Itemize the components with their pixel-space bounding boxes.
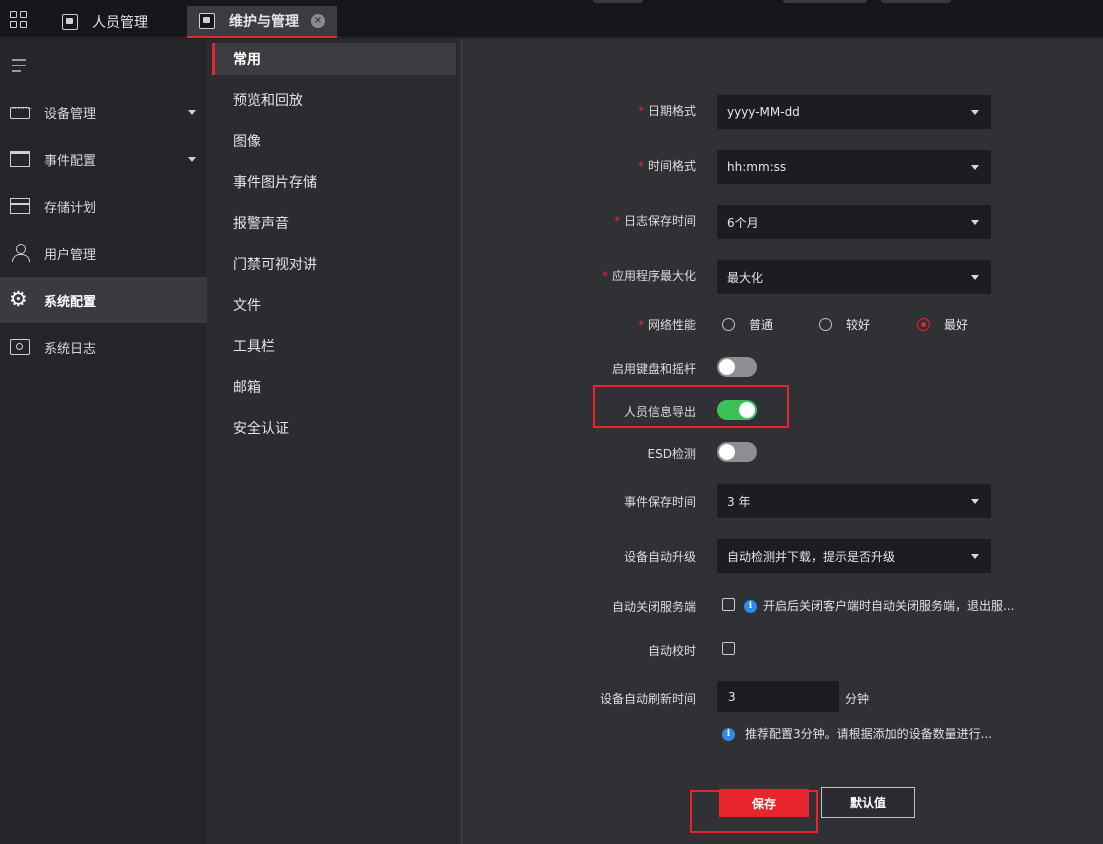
subnav-item-preview-playback[interactable]: 预览和回放 xyxy=(212,84,456,116)
select-value: 3 年 xyxy=(727,494,751,509)
event-retention-label: 事件保存时间 xyxy=(623,495,696,509)
keyboard-joystick-toggle[interactable] xyxy=(717,357,757,377)
minutes-unit: 分钟 xyxy=(845,692,870,706)
network-performance-label: * 网络性能 xyxy=(637,318,696,332)
auto-close-service-checkbox[interactable] xyxy=(722,598,735,611)
sidebar-item-label: 用户管理 xyxy=(44,247,97,263)
sidebar-item-event-config[interactable]: 事件配置 xyxy=(0,136,207,182)
top-stub xyxy=(881,0,951,3)
network-radio-better[interactable]: 较好 xyxy=(819,316,870,333)
tab-label: 维护与管理 xyxy=(229,14,299,30)
subnav-item-toolbar[interactable]: 工具栏 xyxy=(212,330,456,362)
sidebar-item-system-config[interactable]: 系统配置 xyxy=(0,277,207,323)
highlight-box xyxy=(690,790,818,833)
select-value: 自动检测并下载，提示是否升级 xyxy=(727,549,896,564)
chevron-down-icon xyxy=(971,220,979,225)
network-radio-normal[interactable]: 普通 xyxy=(722,316,773,333)
radio-label: 较好 xyxy=(846,318,871,332)
chevron-down-icon xyxy=(971,110,979,115)
radio-circle xyxy=(722,318,735,331)
radio-label: 普通 xyxy=(749,318,774,332)
sidebar-item-system-log[interactable]: 系统日志 xyxy=(0,324,207,370)
person-card-icon xyxy=(62,14,78,30)
select-value: yyyy-MM-dd xyxy=(727,105,800,119)
select-value: 6个月 xyxy=(727,215,759,230)
event-icon xyxy=(10,151,30,167)
sidebar-item-label: 事件配置 xyxy=(44,153,97,169)
sidebar-item-label: 系统配置 xyxy=(44,294,97,310)
keyboard-joystick-label: 启用键盘和摇杆 xyxy=(611,362,696,376)
top-stub xyxy=(783,0,867,3)
subnav-item-event-picture-storage[interactable]: 事件图片存储 xyxy=(212,166,456,198)
auto-refresh-label: 设备自动刷新时间 xyxy=(599,692,696,706)
select-value: hh:mm:ss xyxy=(727,160,787,174)
sidebar: 设备管理 事件配置 存储计划 用户管理 系统配置 系统日志 xyxy=(0,39,207,844)
subnav-item-image[interactable]: 图像 xyxy=(212,125,456,157)
radio-label: 最好 xyxy=(944,318,969,332)
esd-toggle[interactable] xyxy=(717,442,757,462)
log-retention-select[interactable]: 6个月 xyxy=(717,205,991,239)
subnav-item-email[interactable]: 邮箱 xyxy=(212,371,456,403)
auto-upgrade-select[interactable]: 自动检测并下载，提示是否升级 xyxy=(717,539,991,573)
app-maximize-label: * 应用程序最大化 xyxy=(601,269,696,283)
select-value: 最大化 xyxy=(727,270,764,285)
apps-grid-icon[interactable] xyxy=(10,11,28,29)
general-settings-panel: * 日期格式 yyyy-MM-dd * 时间格式 hh:mm:ss * 日志保存时间 … xyxy=(462,39,1103,844)
subnav-item-file[interactable]: 文件 xyxy=(212,289,456,321)
log-retention-label: * 日志保存时间 xyxy=(613,214,696,228)
auto-refresh-hint: i 推荐配置3分钟。请根据添加的设备数量进行... xyxy=(722,725,992,742)
auto-time-sync-label: 自动校时 xyxy=(647,644,696,658)
time-format-select[interactable]: hh:mm:ss xyxy=(717,150,991,184)
time-format-label: * 时间格式 xyxy=(637,159,696,173)
device-icon xyxy=(10,102,32,119)
chevron-down-icon xyxy=(971,275,979,280)
settings-subnav: 常用 预览和回放 图像 事件图片存储 报警声音 门禁可视对讲 文件 工具栏 邮箱… xyxy=(207,39,462,844)
auto-close-service-label: 自动关闭服务端 xyxy=(611,600,696,614)
sidebar-item-label: 设备管理 xyxy=(44,106,97,122)
radio-circle xyxy=(917,318,930,331)
tab-personnel[interactable]: 人员管理 xyxy=(50,6,160,38)
sidebar-item-user-management[interactable]: 用户管理 xyxy=(0,230,207,276)
gear-icon xyxy=(9,287,30,311)
subnav-item-security-auth[interactable]: 安全认证 xyxy=(212,412,456,444)
chevron-down-icon xyxy=(971,499,979,504)
log-icon xyxy=(10,339,30,355)
date-format-select[interactable]: yyyy-MM-dd xyxy=(717,95,991,129)
info-icon: i xyxy=(744,600,757,613)
chevron-down-icon xyxy=(188,110,196,115)
radio-circle xyxy=(819,318,832,331)
subnav-item-general[interactable]: 常用 xyxy=(212,43,456,75)
sidebar-item-device-management[interactable]: 设备管理 xyxy=(0,89,207,135)
auto-upgrade-label: 设备自动升级 xyxy=(623,550,696,564)
sidebar-item-storage-plan[interactable]: 存储计划 xyxy=(0,183,207,229)
auto-close-service-hint: i 开启后关闭客户端时自动关闭服务端，退出服... xyxy=(744,597,1014,614)
storage-icon xyxy=(10,198,30,214)
auto-time-sync-checkbox[interactable] xyxy=(722,642,735,655)
sidebar-item-label: 存储计划 xyxy=(44,200,97,216)
subnav-item-access-intercom[interactable]: 门禁可视对讲 xyxy=(212,248,456,280)
tab-label: 人员管理 xyxy=(92,15,148,31)
tab-maintenance[interactable]: 维护与管理 × xyxy=(187,6,337,38)
event-retention-select[interactable]: 3 年 xyxy=(717,484,991,518)
chevron-down-icon xyxy=(188,157,196,162)
date-format-label: * 日期格式 xyxy=(637,104,696,118)
top-stub xyxy=(593,0,643,3)
subnav-item-alarm-sound[interactable]: 报警声音 xyxy=(212,207,456,239)
auto-refresh-input[interactable]: 3 xyxy=(717,681,839,712)
chevron-down-icon xyxy=(971,165,979,170)
app-maximize-select[interactable]: 最大化 xyxy=(717,260,991,294)
user-icon xyxy=(10,244,30,262)
close-icon[interactable]: × xyxy=(311,14,325,28)
chevron-down-icon xyxy=(971,554,979,559)
highlight-box xyxy=(593,385,789,428)
info-icon: i xyxy=(722,728,735,741)
sidebar-item-label: 系统日志 xyxy=(44,341,97,357)
network-radio-best[interactable]: 最好 xyxy=(917,316,968,333)
top-bar: 人员管理 维护与管理 × xyxy=(0,0,1103,38)
esd-label: ESD检测 xyxy=(647,447,696,461)
default-button[interactable]: 默认值 xyxy=(821,787,915,818)
maintenance-icon xyxy=(199,13,215,29)
menu-collapse-icon[interactable] xyxy=(12,59,26,76)
